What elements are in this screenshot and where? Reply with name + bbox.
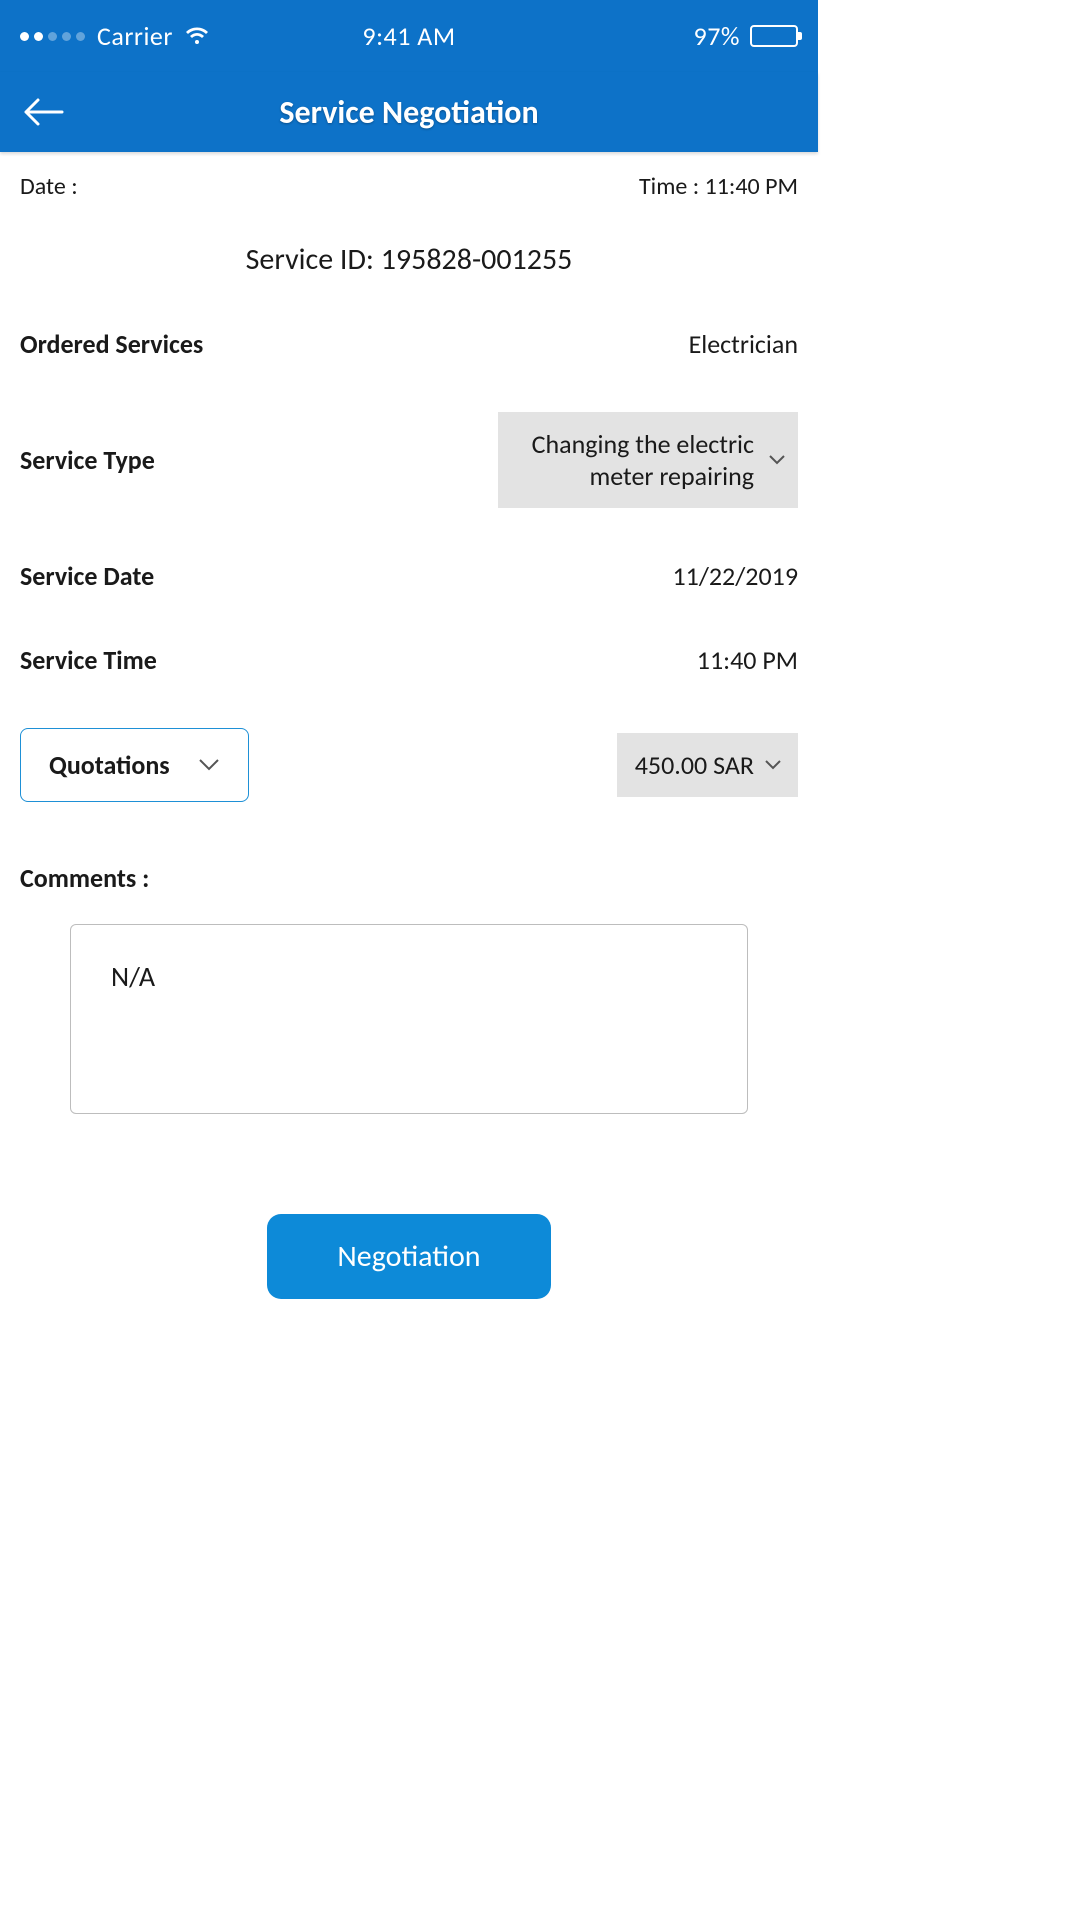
price-select[interactable]: 450.00 SAR [617,733,798,797]
back-button[interactable] [20,89,66,135]
chevron-down-icon [198,758,220,772]
status-right: 97% [539,20,798,52]
nav-bar: Service Negotiation [0,72,818,152]
label-comments: Comments : [20,862,798,894]
quotations-select[interactable]: Quotations [20,728,249,802]
label-ordered-services: Ordered Services [20,328,203,360]
value-ordered-services: Electrician [689,328,798,360]
service-id: Service ID: 195828-001255 [20,241,798,278]
chevron-down-icon [768,454,786,466]
row-service-type: Service Type Changing the electric meter… [20,412,798,508]
meta-row: Date : Time : 11:40 PM [20,172,798,201]
chevron-down-icon [764,759,782,771]
wifi-icon [185,26,209,46]
label-service-type: Service Type [20,444,155,476]
signal-dots-icon [20,32,85,41]
battery-icon [750,25,798,47]
service-type-value: Changing the electric meter repairing [532,428,754,492]
label-service-date: Service Date [20,560,154,592]
row-quotations: Quotations 450.00 SAR [20,728,798,802]
label-service-time: Service Time [20,644,157,676]
negotiation-button[interactable]: Negotiation [267,1214,550,1299]
arrow-left-icon [22,97,64,127]
quotations-label: Quotations [49,749,170,781]
row-service-date: Service Date 11/22/2019 [20,560,798,592]
status-left: Carrier [20,20,279,52]
battery-percent: 97% [694,20,740,52]
row-service-time: Service Time 11:40 PM [20,644,798,676]
page-title: Service Negotiation [66,93,752,132]
comments-value: N/A [111,959,155,994]
value-service-time: 11:40 PM [697,644,798,676]
status-time: 9:41 AM [279,20,538,52]
carrier-label: Carrier [97,20,173,52]
row-ordered-services: Ordered Services Electrician [20,328,798,360]
service-type-select[interactable]: Changing the electric meter repairing [498,412,798,508]
comments-input[interactable]: N/A [70,924,748,1114]
value-service-date: 11/22/2019 [672,560,798,592]
meta-date-label: Date : [20,172,78,201]
meta-time-label: Time : 11:40 PM [639,172,798,201]
status-bar: Carrier 9:41 AM 97% [0,0,818,72]
content: Date : Time : 11:40 PM Service ID: 19582… [0,152,818,1329]
price-value: 450.00 SAR [635,749,754,781]
